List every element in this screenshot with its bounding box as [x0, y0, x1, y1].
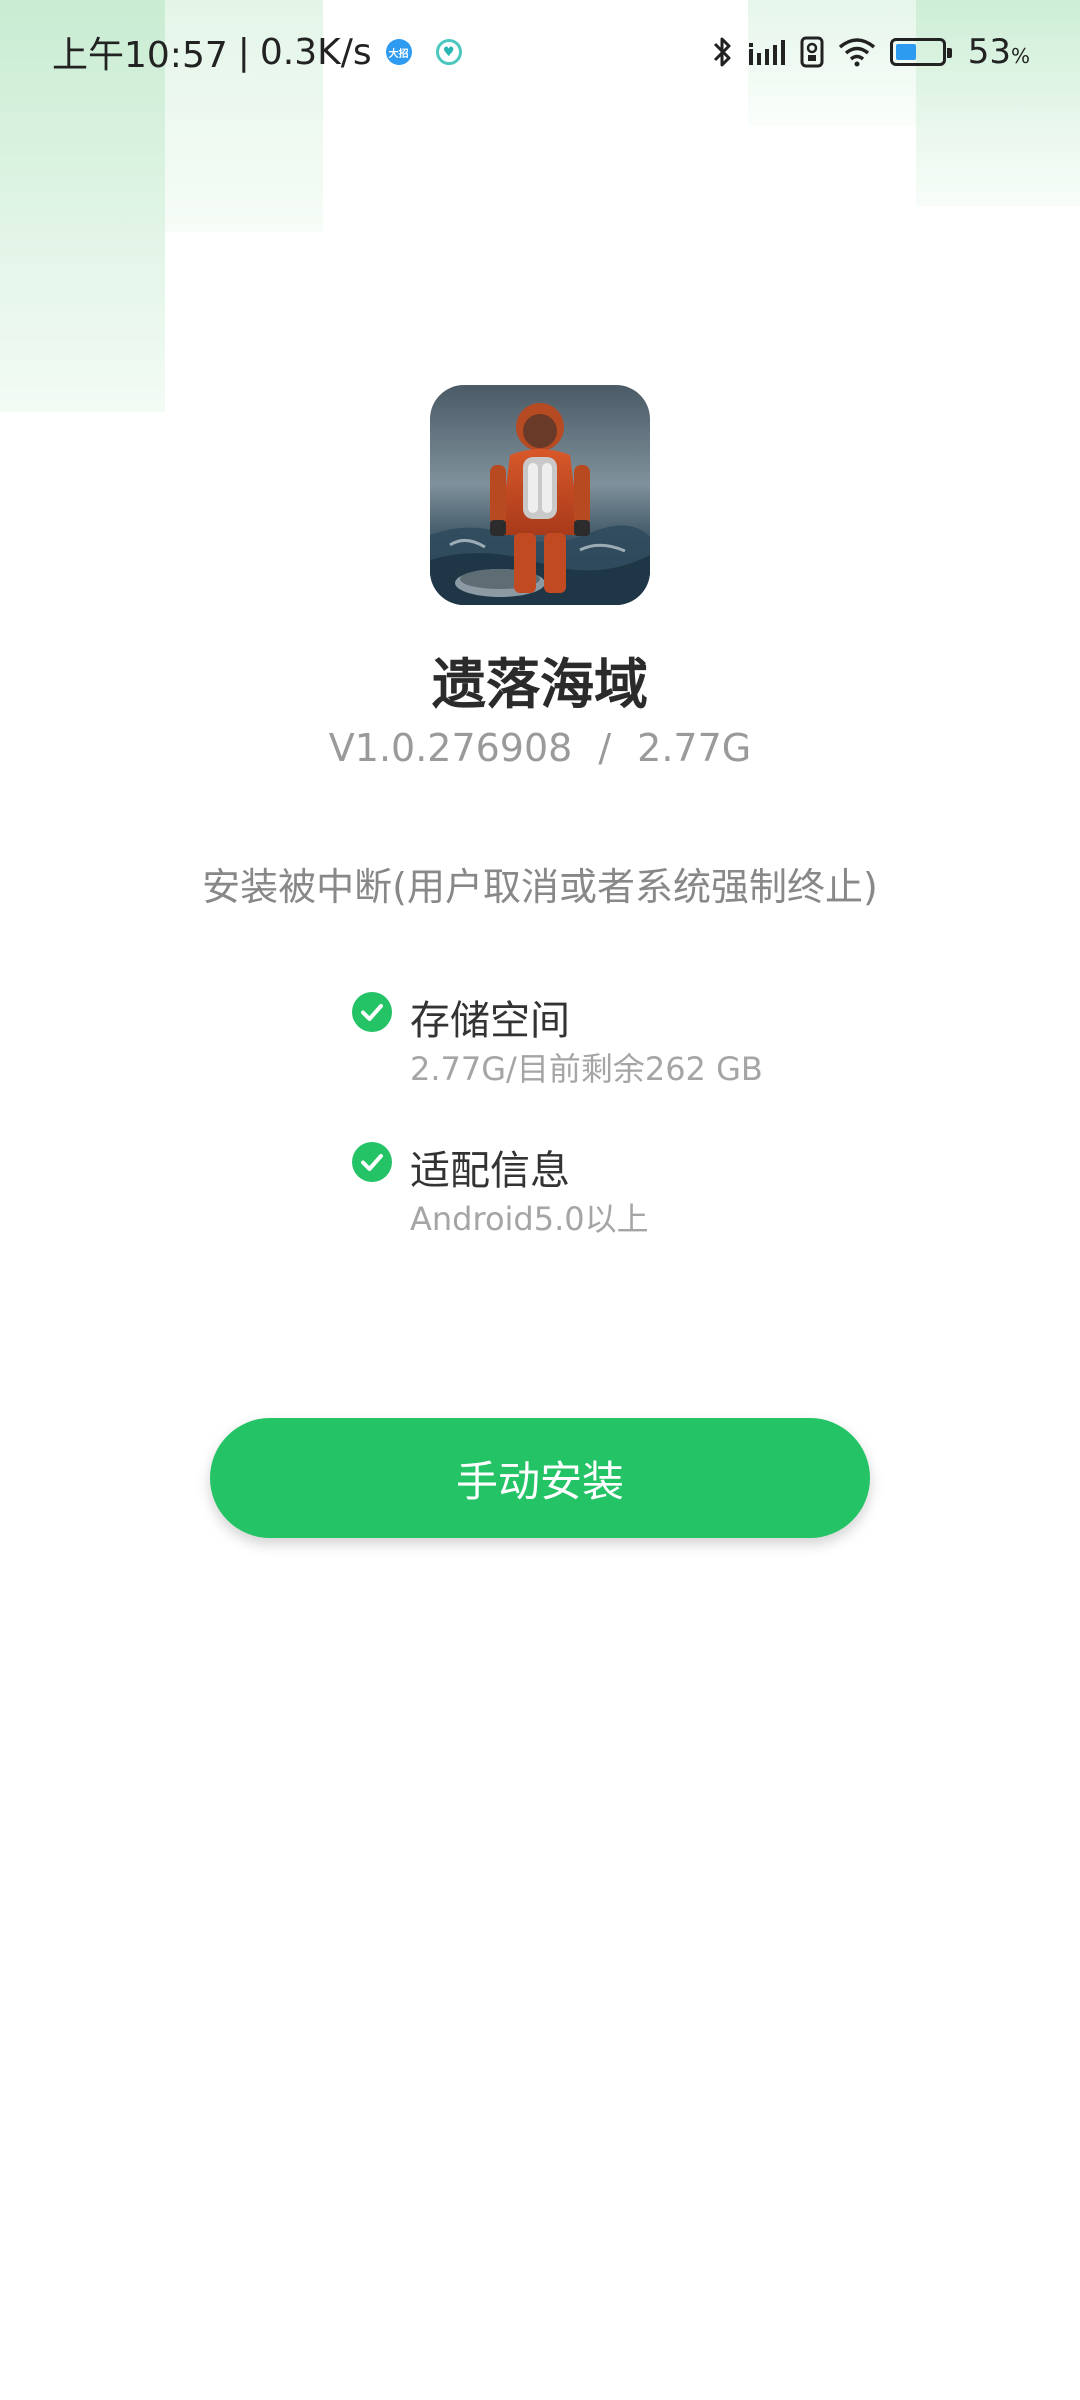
battery-unit: % — [1010, 44, 1030, 68]
status-bar: 上午10:57 | 0.3K/s 大招 ♥ 53% — [0, 0, 1080, 104]
check-detail: Android5.0以上 — [410, 1200, 649, 1238]
network-speed: 0.3K/s — [259, 31, 372, 73]
meta-separator: / — [598, 726, 612, 770]
signal-icon — [748, 40, 785, 65]
heart-notification-icon: ♥ — [435, 39, 462, 65]
manual-install-button[interactable]: 手动安装 — [210, 1418, 870, 1538]
status-separator: | — [237, 31, 250, 73]
wifi-icon — [838, 38, 875, 67]
check-detail: 2.77G/目前剩余262 GB — [410, 1050, 763, 1088]
notification-app-icon: 大招 — [385, 39, 412, 65]
volte-icon — [800, 36, 824, 68]
app-icon-art — [430, 385, 650, 605]
check-circle-icon — [352, 992, 392, 1032]
check-item-compatibility: 适配信息 Android5.0以上 — [352, 1138, 952, 1248]
status-time: 上午10:57 — [52, 35, 228, 76]
check-title: 存储空间 — [410, 998, 570, 1044]
game-app-icon — [430, 385, 650, 605]
check-item-storage: 存储空间 2.77G/目前剩余262 GB — [352, 988, 952, 1098]
app-title: 遗落海域 — [432, 653, 648, 716]
battery-percent: 53% — [968, 32, 1030, 72]
status-right: 53% — [712, 28, 1030, 76]
app-version-size: V1.0.276908 / 2.77G — [0, 726, 1080, 770]
bluetooth-icon — [713, 37, 731, 67]
app-version: V1.0.276908 — [328, 726, 573, 770]
check-title: 适配信息 — [410, 1148, 570, 1194]
install-status-message: 安装被中断(用户取消或者系统强制终止) — [202, 865, 878, 909]
battery-icon — [889, 38, 952, 66]
battery-value: 53 — [967, 32, 1011, 72]
check-circle-icon — [352, 1142, 392, 1182]
battery-level-fill — [895, 44, 917, 60]
app-size: 2.77G — [637, 726, 752, 770]
status-left: 上午10:57 | 0.3K/s 大招 ♥ — [52, 28, 462, 76]
